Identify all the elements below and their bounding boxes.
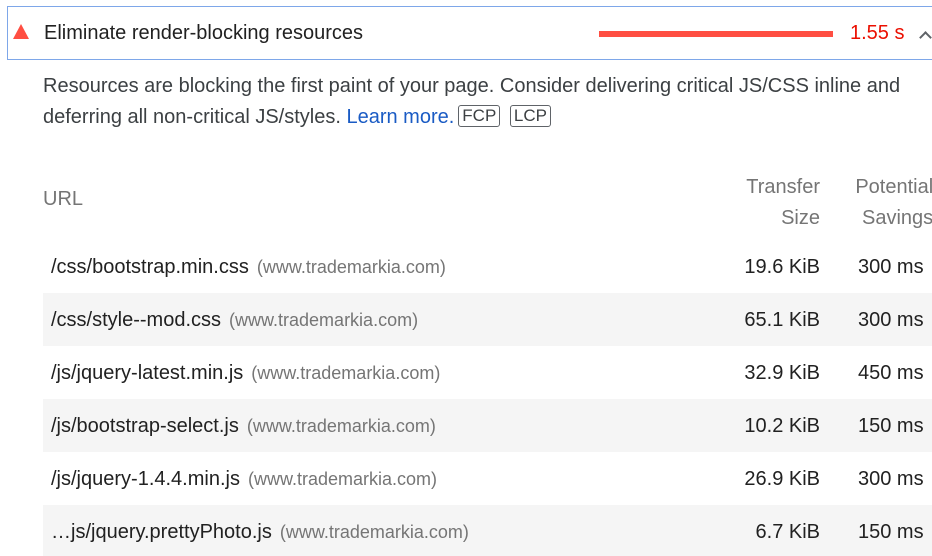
column-header-potential-savings-line2: Savings bbox=[862, 207, 932, 229]
row-transfer-size: 6.7 KiB bbox=[755, 521, 820, 543]
row-transfer-size: 32.9 KiB bbox=[744, 362, 820, 384]
audit-title: Eliminate render-blocking resources bbox=[44, 22, 364, 44]
chevron-up-icon[interactable] bbox=[919, 31, 932, 44]
row-transfer-size: 10.2 KiB bbox=[744, 415, 820, 437]
resource-host: (www.trademarkia.com) bbox=[279, 522, 469, 542]
savings-bar-fill bbox=[599, 31, 833, 37]
resources-table: URL Transfer Size Potential Savings /css… bbox=[43, 168, 932, 556]
savings-bar bbox=[599, 31, 833, 37]
row-potential-savings: 300 ms bbox=[858, 256, 924, 278]
row-url-cell: /js/bootstrap-select.js (www.trademarkia.… bbox=[51, 415, 436, 438]
column-header-potential-savings-line1: Potential bbox=[855, 176, 932, 198]
column-header-url: URL bbox=[43, 188, 84, 210]
audit-description: Resources are blocking the first paint o… bbox=[43, 71, 923, 133]
table-row: /css/style--mod.css (www.trademarkia.com)… bbox=[43, 293, 932, 346]
table-row: /js/jquery-latest.min.js (www.trademarkia… bbox=[43, 346, 932, 399]
savings-value: 1.55 s bbox=[850, 22, 905, 44]
metric-tag-fcp: FCP bbox=[458, 105, 501, 127]
resource-url-link[interactable]: /js/bootstrap-select.js bbox=[51, 415, 239, 437]
row-transfer-size: 19.6 KiB bbox=[744, 256, 820, 278]
table-row: /css/bootstrap.min.css (www.trademarkia.c… bbox=[43, 240, 932, 293]
resource-host: (www.trademarkia.com) bbox=[256, 257, 446, 277]
row-url-cell: /css/style--mod.css (www.trademarkia.com) bbox=[51, 309, 418, 332]
column-header-transfer-size: Transfer Size bbox=[746, 172, 820, 234]
resource-url-link[interactable]: /js/jquery-latest.min.js bbox=[51, 362, 243, 384]
table-row: /js/bootstrap-select.js (www.trademarkia.… bbox=[43, 399, 932, 452]
row-transfer-size: 26.9 KiB bbox=[744, 468, 820, 490]
warning-triangle-icon bbox=[13, 24, 29, 39]
resource-url-link[interactable]: /css/style--mod.css bbox=[51, 309, 221, 331]
resource-url-link[interactable]: /css/bootstrap.min.css bbox=[51, 256, 249, 278]
row-transfer-size: 65.1 KiB bbox=[744, 309, 820, 331]
table-row: /js/jquery-1.4.4.min.js (www.trademarkia.… bbox=[43, 452, 932, 505]
column-header-potential-savings: Potential Savings bbox=[852, 172, 932, 234]
audit-render-blocking: Eliminate render-blocking resources 1.55… bbox=[0, 0, 932, 556]
row-potential-savings: 300 ms bbox=[858, 468, 924, 490]
resource-host: (www.trademarkia.com) bbox=[229, 310, 419, 330]
row-url-cell: …js/jquery.prettyPhoto.js (www.trademarki… bbox=[51, 521, 469, 544]
table-header: URL Transfer Size Potential Savings bbox=[43, 168, 932, 240]
resource-host: (www.trademarkia.com) bbox=[246, 416, 436, 436]
row-potential-savings: 450 ms bbox=[858, 362, 924, 384]
table-row: …js/jquery.prettyPhoto.js (www.trademarki… bbox=[43, 505, 932, 556]
row-potential-savings: 150 ms bbox=[858, 521, 924, 543]
metric-tag-lcp: LCP bbox=[509, 105, 551, 127]
resource-host: (www.trademarkia.com) bbox=[247, 469, 438, 489]
column-header-transfer-size-line1: Transfer bbox=[746, 176, 820, 198]
row-potential-savings: 150 ms bbox=[858, 415, 924, 437]
learn-more-link[interactable]: Learn more. bbox=[346, 106, 454, 128]
row-potential-savings: 300 ms bbox=[858, 309, 924, 331]
resource-host: (www.trademarkia.com) bbox=[251, 363, 441, 383]
audit-header[interactable]: Eliminate render-blocking resources 1.55… bbox=[7, 6, 932, 60]
column-header-transfer-size-line2: Size bbox=[781, 207, 820, 229]
resource-url-link[interactable]: /js/jquery-1.4.4.min.js bbox=[51, 468, 240, 490]
row-url-cell: /css/bootstrap.min.css (www.trademarkia.c… bbox=[51, 256, 446, 279]
row-url-cell: /js/jquery-1.4.4.min.js (www.trademarkia.… bbox=[51, 468, 437, 491]
resource-url-link[interactable]: …js/jquery.prettyPhoto.js bbox=[51, 521, 272, 543]
row-url-cell: /js/jquery-latest.min.js (www.trademarkia… bbox=[51, 362, 440, 385]
